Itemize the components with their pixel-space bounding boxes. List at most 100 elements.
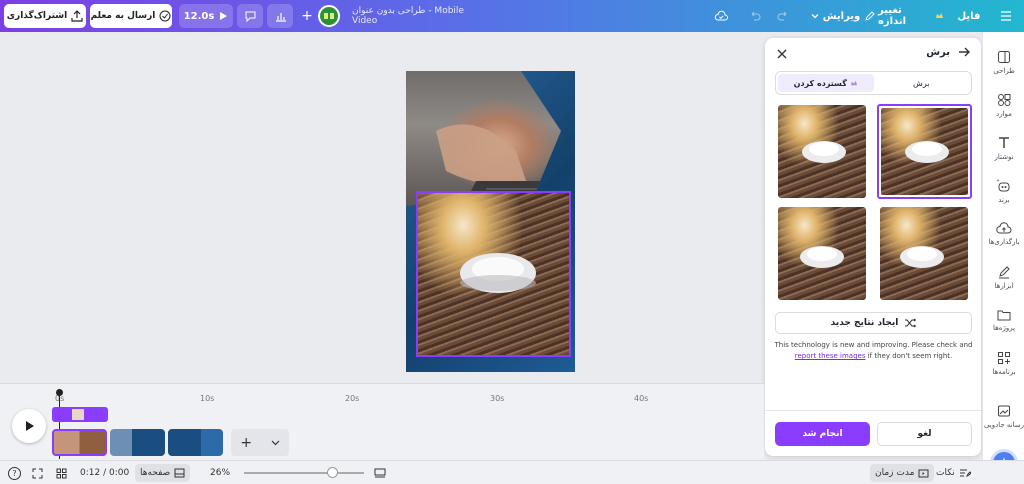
generate-new-results-button[interactable]: ایجاد نتایج جدید xyxy=(775,312,972,334)
grid-icon xyxy=(56,468,67,479)
tab-crop-label: برش xyxy=(913,78,930,88)
right-sidebar: طراحی موارد نوشتار برند بارگذاری‌ها ابزا… xyxy=(982,32,1024,477)
pages-button[interactable]: صفحه‌ها xyxy=(135,464,191,482)
apps-icon xyxy=(997,351,1011,365)
result-thumbnail-4[interactable] xyxy=(880,207,968,300)
comment-button[interactable] xyxy=(237,4,263,28)
sidebar-item-label: بارگذاری‌ها xyxy=(988,238,1020,246)
share-button[interactable]: اشتراک‌گذاری xyxy=(4,4,86,28)
sidebar-item-label: برنامه‌ها xyxy=(992,367,1016,376)
bottom-bar: ? 0:12 / 0:00 صفحه‌ها 26% مدت زمان نکات xyxy=(0,460,1024,484)
sidebar-item-projects[interactable]: پروژه‌ها xyxy=(983,300,1024,340)
pages-icon xyxy=(174,468,185,478)
duration-button[interactable]: مدت زمان xyxy=(870,464,935,482)
crop-expand-panel: برش گسترده کردن برش ایجاد نتایج جدید Thi… xyxy=(765,38,981,456)
tick-label: 30s xyxy=(490,394,505,403)
panel-tabs: گسترده کردن برش xyxy=(775,71,972,95)
crown-icon xyxy=(850,80,858,87)
bar-chart-icon xyxy=(274,10,287,23)
sidebar-item-label: طراحی xyxy=(993,66,1015,75)
fullscreen-button[interactable] xyxy=(32,464,43,482)
duration-label: مدت زمان xyxy=(875,468,915,478)
play-icon xyxy=(23,420,35,432)
clip-thumbnail-2[interactable] xyxy=(110,429,165,456)
result-thumbnail-1[interactable] xyxy=(778,105,866,198)
sidebar-item-design[interactable]: طراحی xyxy=(983,42,1024,82)
crown-icon xyxy=(935,12,944,20)
file-menu-button[interactable]: فایل xyxy=(955,4,983,28)
done-label: انجام شد xyxy=(802,429,843,439)
notes-view-toggle[interactable] xyxy=(374,464,386,482)
sidebar-item-label: نوشتار xyxy=(994,152,1014,161)
sidebar-item-elements[interactable]: موارد xyxy=(983,85,1024,125)
zoom-slider[interactable] xyxy=(244,467,364,478)
resize-button[interactable]: تغییر اندازه xyxy=(878,4,944,28)
grid-view-button[interactable] xyxy=(56,464,67,482)
sidebar-item-label: رسانه جادویی xyxy=(983,420,1024,429)
report-images-link[interactable]: report these images xyxy=(795,352,866,360)
zoom-slider-thumb[interactable] xyxy=(327,467,338,478)
play-button[interactable] xyxy=(12,409,46,443)
timeline-ruler: 0s 10s 20s 30s 40s xyxy=(0,384,764,403)
timer-icon xyxy=(918,469,929,478)
editor-canvas-area xyxy=(0,32,764,382)
tab-expand[interactable]: گسترده کردن xyxy=(778,74,874,92)
tick-label: 10s xyxy=(200,394,215,403)
resize-label: تغییر اندازه xyxy=(878,5,907,27)
sidebar-item-apps[interactable]: برنامه‌ها xyxy=(983,343,1024,383)
cloud-saved-button[interactable] xyxy=(710,4,732,28)
pages-label: صفحه‌ها xyxy=(140,468,171,478)
sidebar-item-draw[interactable]: ابزارها xyxy=(983,257,1024,297)
design-page[interactable] xyxy=(406,71,575,372)
clip-thumbnail-3[interactable] xyxy=(168,429,223,456)
send-to-teacher-button[interactable]: ارسال به معلم xyxy=(90,4,172,28)
undo-button[interactable] xyxy=(745,4,765,28)
avatar[interactable] xyxy=(317,4,341,28)
document-title[interactable]: طراحی بدون عنوان - Mobile Video xyxy=(352,4,487,28)
done-button[interactable]: انجام شد xyxy=(775,422,870,446)
help-button[interactable]: ? xyxy=(8,464,21,482)
close-icon xyxy=(775,47,791,61)
sidebar-item-brand[interactable]: برند xyxy=(983,171,1024,211)
time-readout: 0:12 / 0:00 xyxy=(80,464,129,482)
back-arrow-button[interactable] xyxy=(958,46,971,58)
result-thumbnail-3[interactable] xyxy=(778,207,866,300)
draw-icon xyxy=(997,265,1011,279)
hamburger-icon xyxy=(1000,11,1012,21)
zoom-text: 26% xyxy=(210,468,231,478)
selected-lamp-image[interactable] xyxy=(416,191,571,357)
sidebar-item-text[interactable]: نوشتار xyxy=(983,128,1024,168)
notes-icon xyxy=(959,468,971,478)
top-toolbar: اشتراک‌گذاری ارسال به معلم 12.0s + طراحی… xyxy=(0,0,1024,32)
help-icon: ? xyxy=(8,466,21,480)
chevron-down-icon xyxy=(811,12,819,20)
zoom-level[interactable]: 26% xyxy=(210,464,230,482)
add-page-button[interactable]: + xyxy=(231,429,289,456)
cloud-check-icon xyxy=(714,10,728,22)
notes-view-icon xyxy=(374,468,386,478)
edit-menu-button[interactable]: ویرایش xyxy=(811,4,875,28)
shuffle-icon xyxy=(904,318,917,328)
edit-label: ویرایش xyxy=(822,10,861,22)
tab-expand-label: گسترده کردن xyxy=(793,78,847,88)
add-collaborator-button[interactable]: + xyxy=(297,4,317,28)
sidebar-item-magic-media[interactable]: رسانه جادویی xyxy=(983,396,1024,436)
clip-thumbnail-1[interactable] xyxy=(52,429,107,456)
share-label: اشتراک‌گذاری xyxy=(6,11,68,21)
redo-button[interactable] xyxy=(773,4,793,28)
notes-label: نکات xyxy=(936,468,955,478)
pencil-icon xyxy=(864,10,875,22)
insights-button[interactable] xyxy=(267,4,293,28)
tick-label: 40s xyxy=(634,394,649,403)
sidebar-item-uploads[interactable]: بارگذاری‌ها xyxy=(983,214,1024,254)
folder-icon xyxy=(997,309,1011,321)
notes-button[interactable]: نکات xyxy=(936,464,971,482)
close-panel-button[interactable] xyxy=(775,47,791,63)
selected-clip-track[interactable] xyxy=(52,407,108,422)
result-thumbnail-2-selected[interactable] xyxy=(877,104,972,199)
cancel-button[interactable]: لغو xyxy=(877,422,972,446)
generate-label: ایجاد نتایج جدید xyxy=(830,318,899,328)
tab-crop[interactable]: برش xyxy=(874,74,970,92)
main-menu-button[interactable] xyxy=(994,4,1018,28)
play-preview-button[interactable]: 12.0s xyxy=(179,4,233,28)
